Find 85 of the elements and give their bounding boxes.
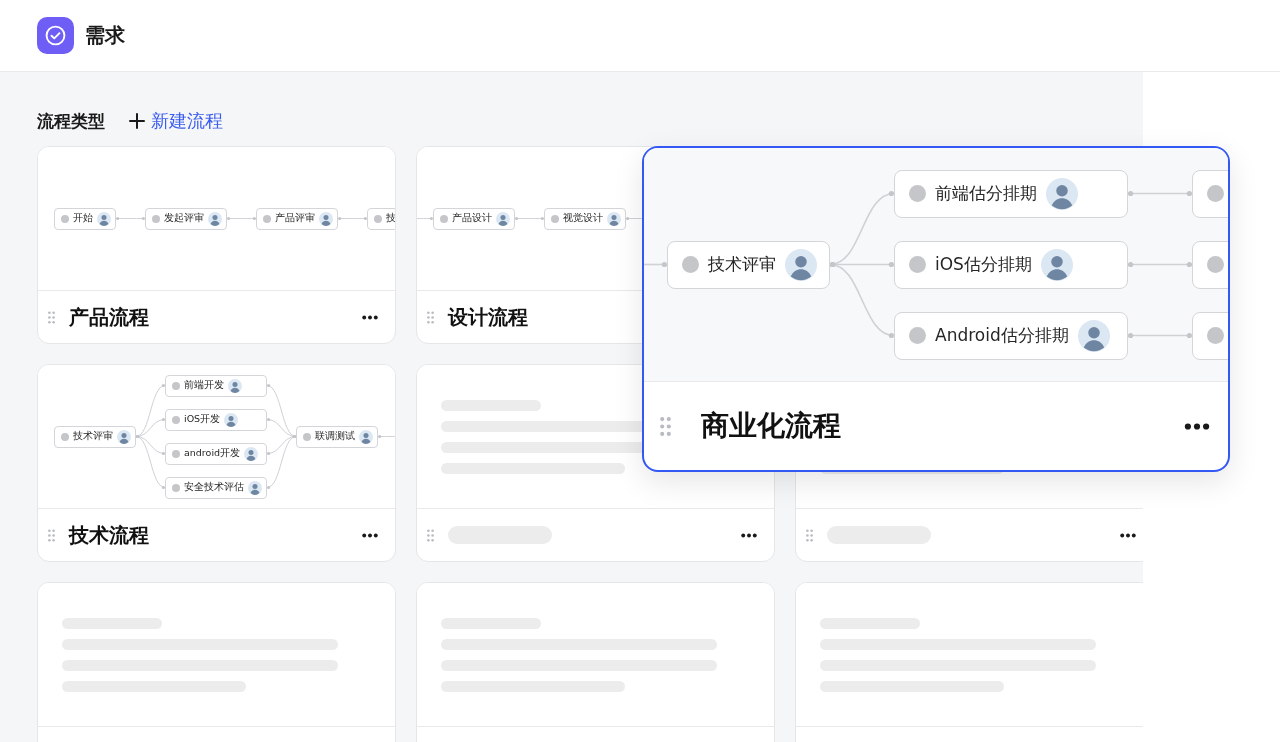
more-icon[interactable] [1120,532,1136,538]
status-dot [303,432,311,441]
connector-line [1127,261,1193,268]
status-dot [152,214,160,223]
flow-node[interactable]: 开始 [54,207,116,230]
node-label: 产品评审 [275,212,315,225]
more-icon[interactable] [362,532,378,538]
node-label: 开始 [73,212,93,225]
status-dot [172,415,180,424]
status-dot [374,214,382,223]
status-dot [172,381,180,390]
status-dot [909,327,926,344]
node-label: iOS开发 [184,413,221,426]
status-dot [551,214,559,223]
more-icon[interactable] [741,532,757,538]
status-dot [440,214,448,223]
status-dot [263,214,271,223]
status-dot [909,256,926,273]
flow-node[interactable]: 技 [367,207,395,230]
node-label: 联调测试 [315,430,355,443]
flow-node[interactable]: 视觉设计 [544,207,626,230]
drag-handle-icon[interactable] [48,310,55,324]
node-label: 视觉设计 [563,212,603,225]
flow-node[interactable]: iOS开发 [165,408,267,431]
status-dot [1207,327,1224,344]
flow-node[interactable]: 发起评审 [145,207,227,230]
flow-node[interactable]: 联调测试 [296,425,378,448]
flow-node[interactable]: 产品评审 [256,207,338,230]
card-title: 产品流程 [69,303,150,331]
flow-card-popover[interactable]: 技术评审 前端估分排期 iOS估分排期 Android估分排期 商业化流程 [642,146,1230,472]
card-title: 商业化流程 [701,408,842,444]
node-label: 产品设计 [452,212,492,225]
placeholder-card[interactable] [416,582,775,742]
flow-node[interactable]: 安全技术评估 [165,476,267,499]
node-label: android开发 [184,447,241,460]
connector-line [115,216,146,221]
node-label: 前端估分排期 [935,182,1037,205]
node-label: 发起评审 [164,212,204,225]
app-logo-icon [37,17,74,54]
flow-node[interactable]: 技术评审 [667,240,830,289]
drag-handle-icon[interactable] [427,528,434,542]
connector-line [377,434,395,439]
status-dot [682,256,699,273]
flow-node[interactable]: Android估分排期 [894,311,1128,360]
flow-node[interactable]: 前端估分排期 [894,169,1128,218]
status-dot [1207,185,1224,202]
status-dot [1207,256,1224,273]
status-dot [172,483,180,492]
new-flow-button[interactable]: 新建流程 [129,109,223,133]
flow-card[interactable]: 技术评审 前端开发 iOS开发 android开发 安全技术评估 联调测试 技术流程 [37,364,396,562]
drag-handle-icon[interactable] [427,310,434,324]
flow-node[interactable]: android开发 [165,442,267,465]
section-title: 流程类型 [37,109,105,133]
more-icon[interactable] [1184,422,1210,430]
status-dot [61,432,69,441]
connector-line [337,216,368,221]
plus-icon [129,113,145,129]
connector-line [1127,190,1193,197]
card-title: 设计流程 [448,303,529,331]
flow-card[interactable]: 开始 发起评审 产品评审 技 产品流程 [37,146,396,344]
status-dot [61,214,69,223]
placeholder-card[interactable] [795,582,1143,742]
flow-node[interactable]: 前端开发 [165,374,267,397]
connector-line [226,216,257,221]
node-label: iOS估分排期 [935,253,1032,276]
drag-handle-icon[interactable] [806,528,813,542]
node-label: 技术评审 [73,430,113,443]
node-label: Android估分排期 [935,324,1069,347]
node-label: 技 [386,212,395,225]
status-dot [172,449,180,458]
node-label: 技术评审 [708,253,776,276]
connector-line [1127,332,1193,339]
node-label: 前端开发 [184,379,224,392]
drag-handle-icon[interactable] [660,415,671,437]
more-icon[interactable] [362,314,378,320]
flow-node[interactable]: 产品设计 [433,207,515,230]
placeholder-card[interactable] [37,582,396,742]
flow-node[interactable]: 技术评审 [54,425,136,448]
drag-handle-icon[interactable] [48,528,55,542]
page-title: 需求 [85,22,125,49]
flow-node[interactable]: iOS估分排期 [894,240,1128,289]
status-dot [909,185,926,202]
connector-line [514,216,545,221]
node-label: 安全技术评估 [184,481,244,494]
card-title: 技术流程 [69,521,150,549]
